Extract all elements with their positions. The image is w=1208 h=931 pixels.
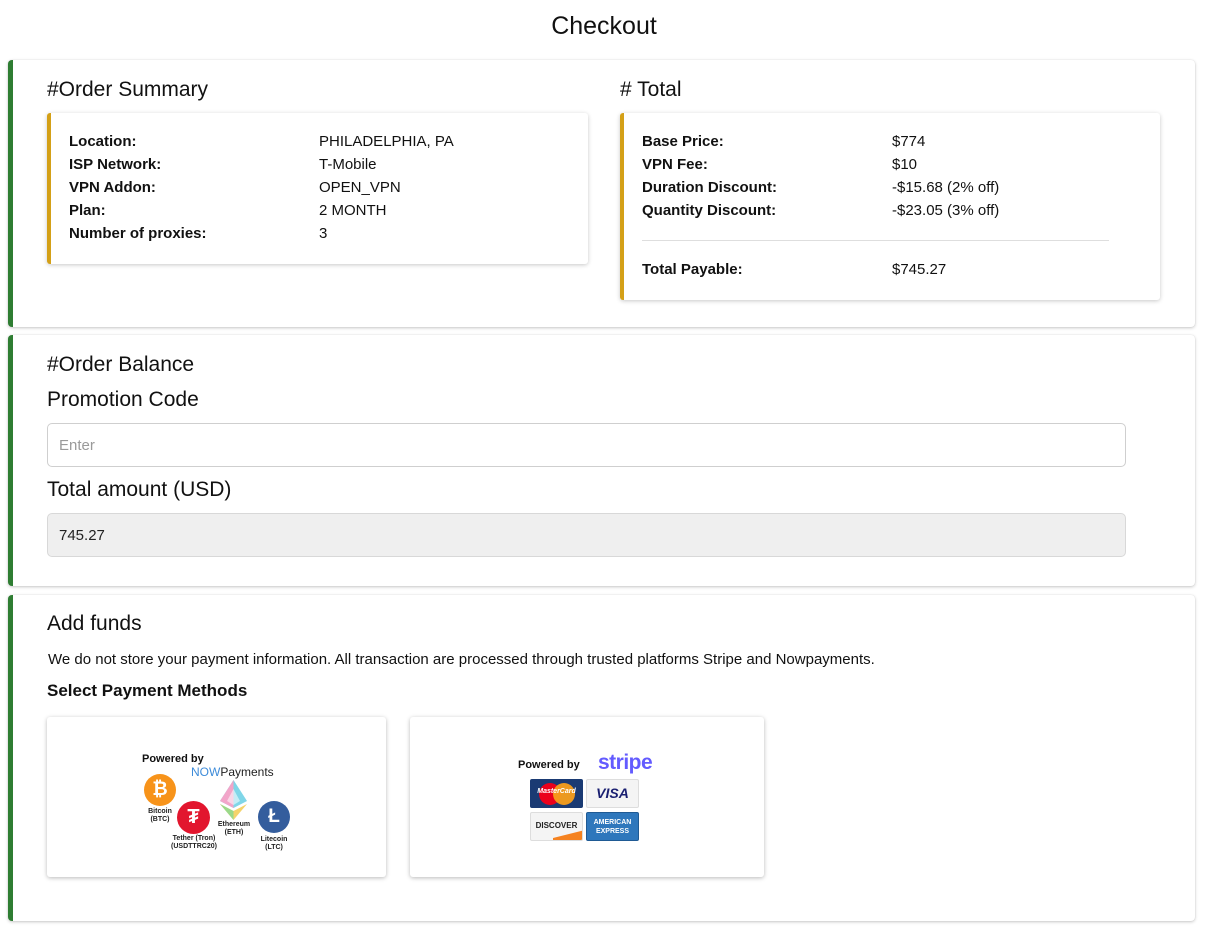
mastercard-label: MasterCard: [537, 787, 576, 795]
discover-label: DISCOVER: [535, 821, 578, 830]
total-heading: # Total: [620, 78, 682, 101]
add-funds-card: Add funds We do not store your payment i…: [8, 595, 1195, 921]
summary-value: OPEN_VPN: [319, 179, 401, 196]
discover-icon: DISCOVER: [530, 812, 583, 841]
stripe-powered-by: Powered by: [518, 759, 580, 771]
ethereum-label: Ethereum (ETH): [217, 821, 251, 836]
order-overview-card: #Order Summary Location: PHILADELPHIA, P…: [8, 60, 1195, 327]
total-value: -$15.68 (2% off): [892, 179, 1000, 196]
summary-value: 2 MONTH: [319, 202, 387, 219]
total-amount-label: Total amount (USD): [47, 478, 232, 501]
tether-label: Tether (Tron) (USDTTRC20): [171, 835, 217, 850]
summary-value: T-Mobile: [319, 156, 377, 173]
total-value: -$23.05 (3% off): [892, 202, 1000, 219]
summary-label: Number of proxies:: [69, 225, 207, 242]
total-payable-label: Total Payable:: [642, 261, 743, 278]
nowpayments-powered-by: Powered by: [142, 753, 204, 765]
summary-label: VPN Addon:: [69, 179, 156, 196]
order-balance-heading: #Order Balance: [47, 353, 195, 376]
order-balance-card: #Order Balance Promotion Code Total amou…: [8, 335, 1195, 586]
total-box: Base Price: $774 VPN Fee: $10 Duration D…: [620, 113, 1160, 300]
summary-label: Plan:: [69, 202, 106, 219]
summary-label: ISP Network:: [69, 156, 162, 173]
total-value: $774: [892, 133, 926, 150]
total-label: Quantity Discount:: [642, 202, 777, 219]
bitcoin-icon: ₿: [144, 774, 176, 806]
ethereum-icon: [220, 780, 247, 820]
total-amount-field[interactable]: [47, 513, 1126, 557]
payment-security-note: We do not store your payment information…: [48, 651, 875, 668]
nowpayments-logo-now: NOW: [191, 765, 221, 779]
promotion-code-input[interactable]: [47, 423, 1126, 467]
total-payable-value: $745.27: [892, 261, 947, 278]
nowpayments-logo-payments: Payments: [220, 765, 274, 779]
page-title: Checkout: [551, 12, 657, 40]
stripe-option[interactable]: Powered by stripe MasterCard VISA DISCOV…: [410, 717, 764, 877]
summary-value: 3: [319, 225, 328, 242]
stripe-logo: stripe: [598, 751, 653, 774]
visa-icon: VISA: [586, 779, 639, 808]
summary-label: Location:: [69, 133, 137, 150]
total-value: $10: [892, 156, 918, 173]
mastercard-icon: MasterCard: [530, 779, 583, 808]
total-divider: [642, 240, 1109, 241]
order-summary-heading: #Order Summary: [47, 78, 209, 101]
total-label: VPN Fee:: [642, 156, 708, 173]
nowpayments-option[interactable]: Powered by NOWPayments ₿ Bitcoin (BTC) ₮ …: [47, 717, 386, 877]
payment-methods-heading: Select Payment Methods: [47, 681, 248, 700]
nowpayments-logo: NOWPayments: [191, 765, 274, 779]
promotion-code-label: Promotion Code: [47, 388, 199, 411]
order-summary-box: Location: PHILADELPHIA, PA ISP Network: …: [47, 113, 588, 264]
litecoin-label: Litecoin (LTC): [260, 836, 288, 851]
litecoin-icon: Ł: [258, 801, 290, 833]
total-label: Base Price:: [642, 133, 724, 150]
tether-icon: ₮: [177, 801, 210, 834]
amex-icon: AMERICAN EXPRESS: [586, 812, 639, 841]
total-label: Duration Discount:: [642, 179, 777, 196]
summary-value: PHILADELPHIA, PA: [319, 133, 454, 150]
add-funds-heading: Add funds: [47, 612, 142, 635]
